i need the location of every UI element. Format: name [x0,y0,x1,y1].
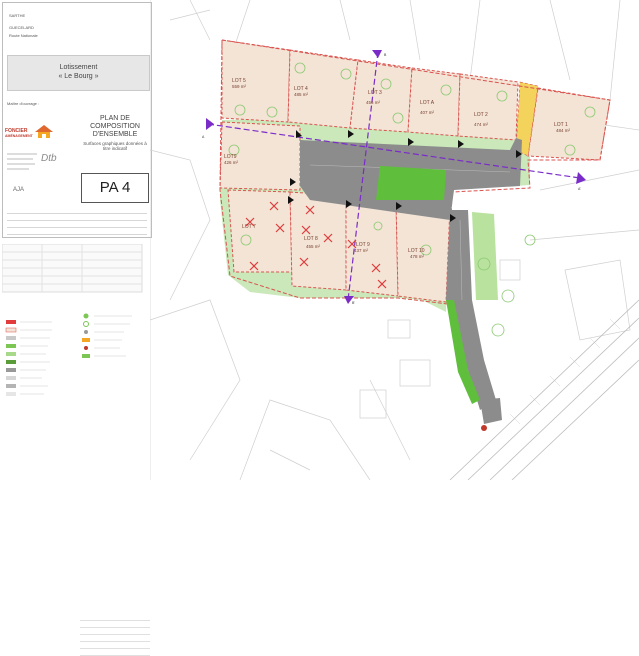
lot-2-area: 474 m² [474,122,489,127]
lot-9-area: 437 m² [354,248,369,253]
surface-table [80,614,150,656]
plan-title-box: PLAN DE COMPOSITION D'ENSEMBLE Surfaces … [81,115,149,165]
green-open-space [472,212,498,300]
section-arrow-icon [576,172,586,184]
title-block: SARTHE GUECELARD Route Nationale Lotisse… [2,2,152,238]
lot-8-area: 455 m² [306,244,321,249]
revision-table [7,207,147,235]
project-name: « Le Bourg » [58,73,99,80]
lot-5-area: 559 m² [232,84,247,89]
site-plan: A A' B B' LOT 5 559 m² LOT 4 485 m² LOT … [150,0,639,480]
lot-3-area: 456 m² [366,100,381,105]
lot-1-area: 484 m² [556,128,571,133]
document-code: PA 4 [81,173,149,203]
bet-logo: Dtb [41,153,57,164]
foncier-logo-line2: AMÉNAGEMENT [5,134,33,138]
lot-8-label: LOT 8 [304,236,318,242]
foncier-logo-text: FONCIER AMÉNAGEMENT [5,129,33,139]
commune-label: GUECELARD [9,25,34,30]
entrance-marker [481,425,487,431]
legend-graphics [2,244,143,396]
plan-title: PLAN DE COMPOSITION D'ENSEMBLE [90,115,140,138]
plan-note: Surfaces graphiques données à titre indi… [83,141,147,151]
lot-a-area: 407 m² [420,110,435,115]
lot-3-parcel [349,59,413,133]
section-b-prime-label: B' [352,301,355,305]
architect-logo: AJA [13,187,25,193]
section-b-label: B [384,53,387,57]
lot-10-area: 478 m² [410,254,425,259]
section-a-prime-label: A' [578,187,581,191]
lot-8-parcel [289,191,347,291]
department-label: SARTHE [9,13,26,18]
lot-7-label: LOT 7 [242,224,256,230]
route-label: Route Nationale [9,33,38,38]
owner-label: Maître d'ouvrage : [7,101,40,106]
project-name-box: Lotissement « Le Bourg » [7,55,150,91]
lot-a-label: LOT A [420,100,435,106]
lot-1-parcel [527,87,611,161]
drawing-sheet: SARTHE GUECELARD Route Nationale Lotisse… [0,0,639,656]
lot-9b-area: 426 m² [224,160,239,165]
lot-2-label: LOT 2 [474,112,488,118]
legend [2,244,150,656]
tree-icon [501,289,515,303]
green-strip [376,166,446,200]
project-title: Lotissement [59,64,98,71]
section-a-label: A [202,135,205,139]
house-logo-icon [35,125,53,138]
lot-4-area: 485 m² [294,92,309,97]
bet-info [7,153,37,170]
lot-3-label: LOT 3 [368,90,382,96]
section-arrow-icon [206,118,214,130]
tree-icon [491,323,505,337]
